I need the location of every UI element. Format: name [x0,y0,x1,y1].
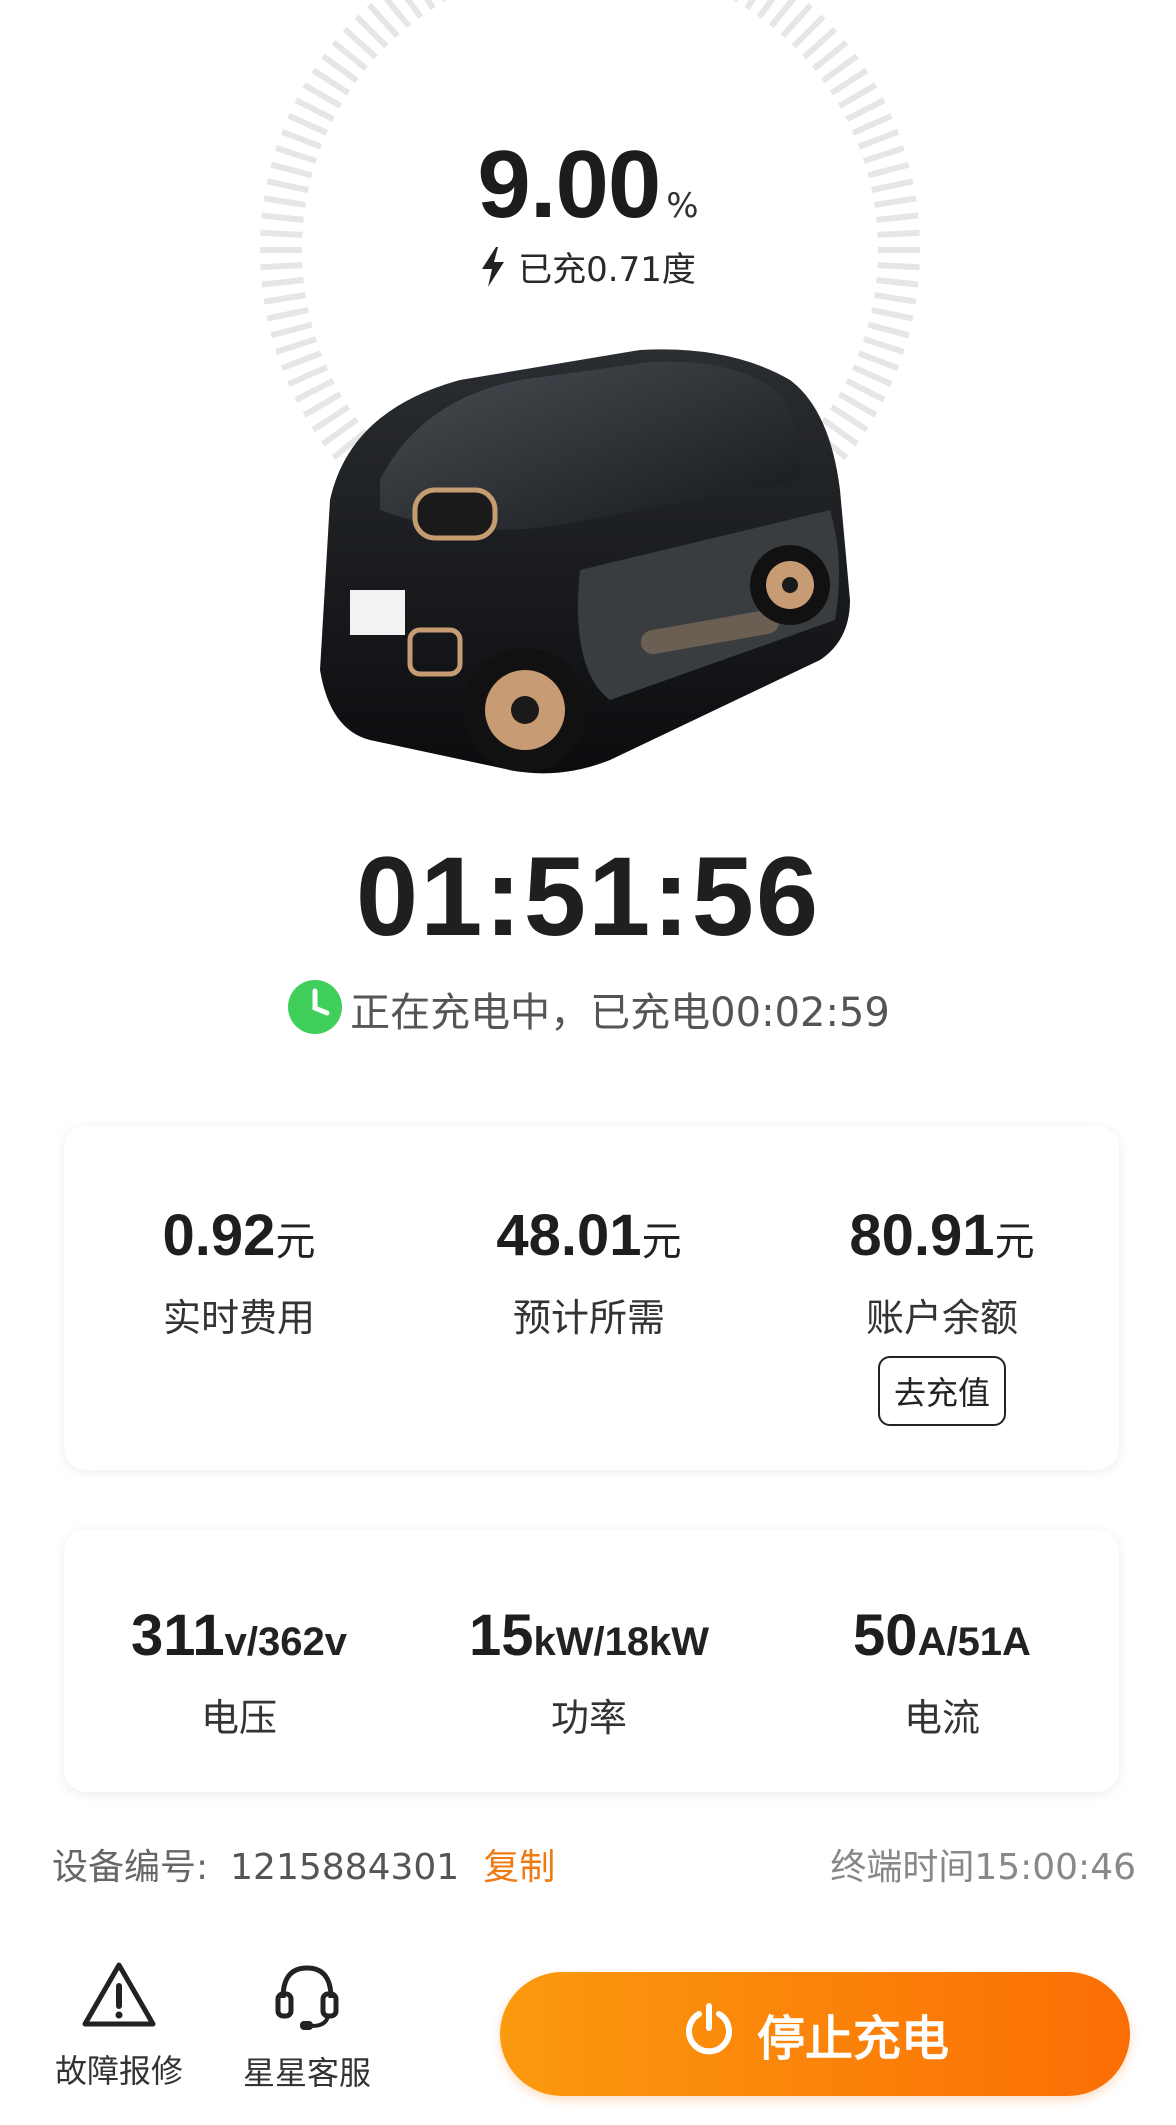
charge-percentage: 9.00% [0,130,1176,240]
account-balance-value: 80.91 [849,1203,995,1268]
remaining-time: 01:51:56 [355,834,821,959]
car-image [320,349,850,774]
percent-unit: % [666,186,699,226]
terminal-time: 终端时间15:00:46 [830,1847,1136,1888]
customer-service-label: 星星客服 [242,2054,371,2092]
estimated-cost-unit: 元 [641,1220,682,1264]
ring-tick [837,82,878,109]
device-info: 设备编号: 1215884301 复制 [52,1838,555,1890]
current-unit: A/51A [917,1620,1031,1664]
cost-card: 0.92元 实时费用 48.01元 预计所需 80.91元 账户余额 去充值 [64,1126,1119,1470]
copy-button[interactable]: 复制 [483,1847,555,1888]
warning-icon [80,1962,158,2034]
current-value: 50 [853,1603,918,1668]
clock-icon [286,978,344,1046]
ring-tick [302,82,343,109]
voltage: 311v/362v 电压 [89,1602,389,1742]
fault-report-button[interactable]: 故障报修 [44,1960,194,2092]
ring-tick [867,321,910,339]
realtime-cost-value: 0.92 [162,1203,276,1268]
estimated-cost-label: 预计所需 [512,1296,665,1340]
realtime-cost-unit: 元 [275,1220,316,1264]
realtime-cost: 0.92元 实时费用 [89,1202,389,1342]
device-label: 设备编号: [52,1847,209,1888]
account-balance-label: 账户余额 [865,1296,1018,1340]
estimated-cost-value: 48.01 [496,1203,642,1268]
realtime-cost-label: 实时费用 [162,1296,315,1340]
ring-tick [871,306,914,322]
current: 50A/51A 电流 [792,1602,1092,1742]
account-balance: 80.91元 账户余额 去充值 [792,1202,1092,1426]
charged-energy-text: 已充0.71度 [518,250,696,290]
charge-hero: 9.00% 已充0.71度 [0,0,1176,820]
ring-tick [873,292,917,305]
voltage-label: 电压 [200,1696,277,1740]
ring-tick [294,97,335,122]
percent-value: 9.00 [477,131,661,238]
power-icon [681,2000,737,2068]
stop-charging-button[interactable]: 停止充电 [500,1972,1130,2096]
power: 15kW/18kW 功率 [439,1602,739,1742]
voltage-value: 311 [131,1603,225,1668]
power-value: 15 [468,1603,534,1668]
estimated-cost: 48.01元 预计所需 [439,1202,739,1342]
ring-tick [845,97,886,122]
ring-tick [266,306,309,322]
power-card: 311v/362v 电压 15kW/18kW 功率 50A/51A 电流 [64,1530,1119,1792]
account-balance-unit: 元 [994,1220,1035,1264]
power-unit: kW/18kW [533,1620,710,1664]
fault-report-label: 故障报修 [54,2052,183,2090]
lightning-icon [480,247,506,296]
power-label: 功率 [550,1696,627,1740]
ring-tick [270,321,313,339]
headset-icon [270,1965,344,2036]
customer-service-button[interactable]: 星星客服 [232,1960,382,2094]
charged-energy-line: 已充0.71度 [0,242,1176,296]
voltage-unit: v/362v [224,1620,347,1664]
charging-status: 正在充电中，已充电00:02:59 [0,978,1176,1046]
device-number: 1215884301 [230,1847,460,1888]
stop-charging-label: 停止充电 [756,2011,949,2067]
charging-status-text: 正在充电中，已充电00:02:59 [350,990,890,1036]
current-label: 电流 [903,1696,980,1740]
ring-tick [263,292,307,305]
recharge-button[interactable]: 去充值 [877,1356,1006,1426]
